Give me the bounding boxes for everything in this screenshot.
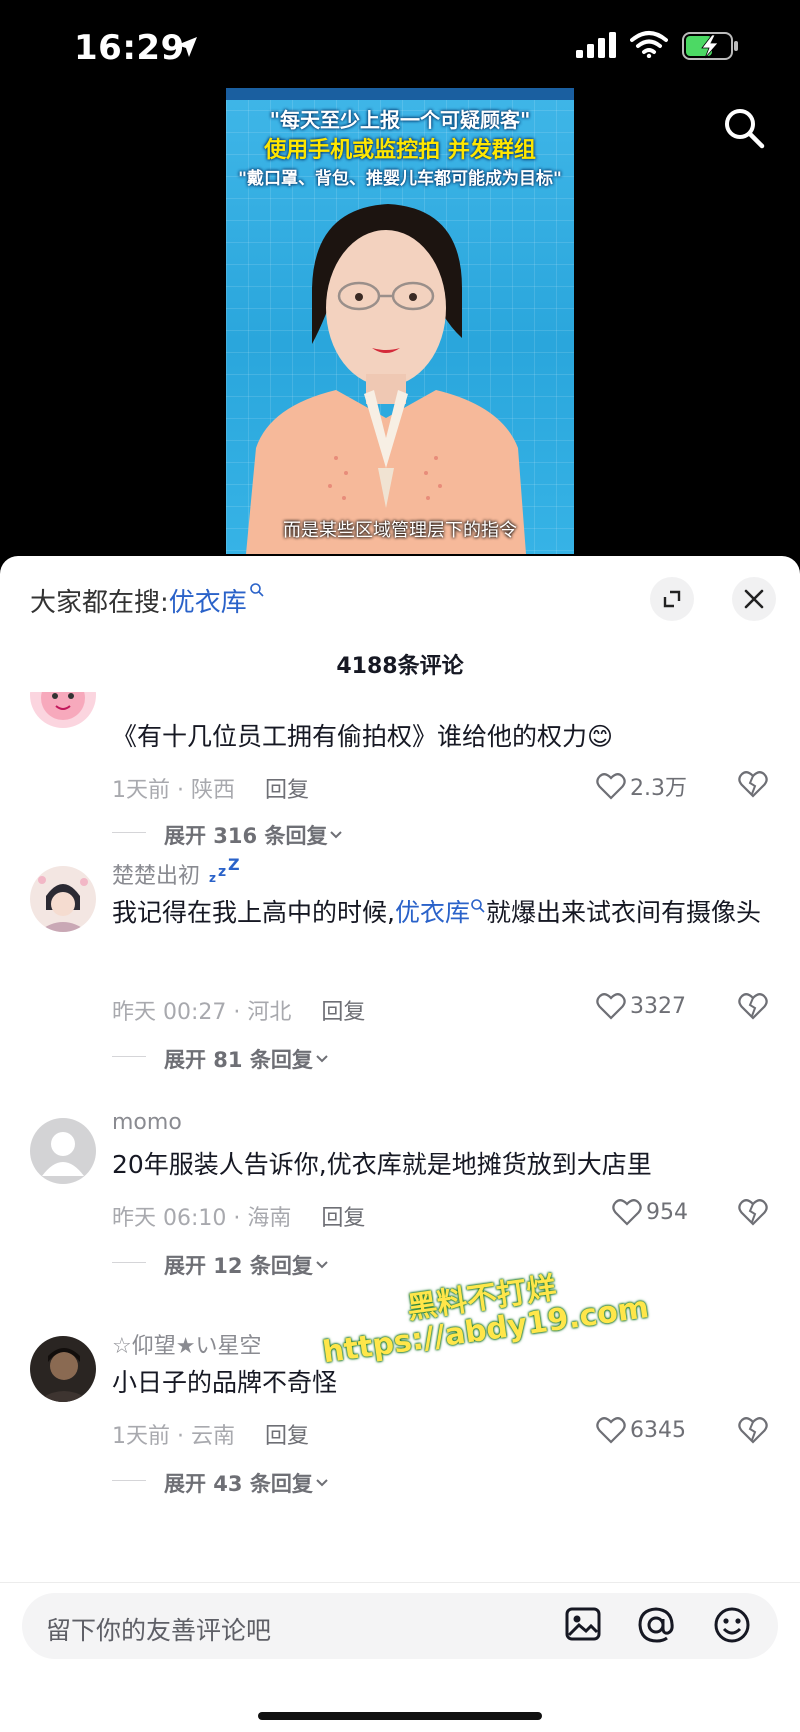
comment-text: 小日子的品牌不奇怪 <box>112 1368 338 1397</box>
avatar[interactable] <box>30 1118 96 1184</box>
comment-text-part: 就爆出来试衣间有摄像头 <box>485 898 761 927</box>
comment-count: 4188条评论 <box>336 654 464 679</box>
divider <box>112 832 146 833</box>
comment-composer: 留下你的友善评论吧 <box>0 1582 800 1732</box>
expand-button[interactable] <box>650 577 694 621</box>
trending-search-keyword[interactable]: 优衣库 <box>169 588 247 618</box>
comment-text: 20年服装人告诉你,优衣库就是地摊货放到大店里 <box>112 1150 652 1179</box>
status-time: 16:29 <box>74 28 185 68</box>
comment-time-location: 1天前 · 云南 <box>112 1424 235 1449</box>
expand-replies-label: 展开 12 条回复 <box>164 1254 313 1278</box>
comment-keyword-link[interactable]: 优衣库 <box>395 898 470 927</box>
expand-replies[interactable]: 展开 43 条回复 <box>112 1468 331 1498</box>
search-small-icon <box>471 899 485 913</box>
comment-meta: 1天前 · 陕西 回复 <box>112 772 309 804</box>
trending-search[interactable]: 大家都在搜:优衣库 <box>30 582 265 619</box>
broken-heart-icon <box>738 1417 768 1444</box>
comment-meta: 昨天 00:27 · 河北 回复 <box>112 994 365 1026</box>
comment-text: 我记得在我上高中的时候,优衣库 就爆出来试衣间有摄像头 <box>112 892 772 934</box>
mention-icon[interactable] <box>636 1605 676 1649</box>
expand-replies-label: 展开 43 条回复 <box>164 1472 313 1496</box>
dislike-button[interactable] <box>738 1416 768 1448</box>
video-player[interactable]: "每天至少上报一个可疑顾客" 使用手机或监控拍 并发群组 "戴口罩、背包、推婴儿… <box>226 88 574 554</box>
heart-icon <box>596 1417 626 1444</box>
trending-search-label: 大家都在搜: <box>30 588 169 618</box>
video-caption-line2: 使用手机或监控拍 并发群组 <box>264 138 536 163</box>
heart-icon <box>596 993 626 1020</box>
comment-meta: 昨天 06:10 · 海南 回复 <box>112 1200 365 1232</box>
divider <box>112 1262 146 1263</box>
avatar[interactable] <box>30 1336 96 1402</box>
expand-replies-label: 展开 316 条回复 <box>164 824 328 848</box>
comment-input-placeholder: 留下你的友善评论吧 <box>46 1616 272 1645</box>
divider <box>112 1056 146 1057</box>
chevron-down-icon <box>316 1479 328 1487</box>
reply-button[interactable]: 回复 <box>265 778 309 803</box>
like-button[interactable]: 3327 <box>596 992 706 1020</box>
image-icon[interactable] <box>564 1605 602 1647</box>
broken-heart-icon <box>738 993 768 1020</box>
broken-heart-icon <box>738 1199 768 1226</box>
search-icon[interactable] <box>722 106 766 154</box>
home-indicator[interactable] <box>258 1712 542 1720</box>
avatar[interactable] <box>30 866 96 932</box>
dislike-button[interactable] <box>738 992 768 1024</box>
cellular-signal-icon <box>576 32 618 62</box>
battery-charging-icon <box>682 32 740 64</box>
chevron-down-icon <box>316 1261 328 1269</box>
svg-text:z: z <box>218 864 226 880</box>
comment-time-location: 昨天 06:10 · 海南 <box>112 1206 292 1231</box>
expand-replies-label: 展开 81 条回复 <box>164 1048 313 1072</box>
comment-username[interactable]: ☆仰望★い星空 <box>112 1328 261 1360</box>
close-button[interactable] <box>732 577 776 621</box>
svg-text:Z: Z <box>228 858 240 874</box>
video-caption-line1: "每天至少上报一个可疑顾客" <box>269 108 531 132</box>
location-arrow-icon <box>174 34 200 64</box>
like-button[interactable]: 2.3万 <box>596 770 706 802</box>
expand-replies[interactable]: 展开 81 条回复 <box>112 1044 331 1074</box>
comment-username[interactable]: momo <box>112 1110 182 1135</box>
comment-meta: 1天前 · 云南 回复 <box>112 1418 309 1450</box>
close-icon <box>744 589 764 609</box>
comment-text: 《有十几位员工拥有偷拍权》谁给他的权力😊 <box>112 722 614 751</box>
search-small-icon <box>249 583 264 597</box>
wifi-icon <box>630 30 668 62</box>
like-count: 954 <box>646 1199 688 1225</box>
sleeping-zzz-icon: zzZ <box>209 855 240 885</box>
comment-username-text: 楚楚出初 <box>112 864 201 889</box>
reply-button[interactable]: 回复 <box>321 1000 365 1025</box>
divider <box>112 1480 146 1481</box>
like-count: 3327 <box>630 993 686 1019</box>
reply-button[interactable]: 回复 <box>265 1424 309 1449</box>
heart-icon <box>596 773 626 800</box>
comment-time-location: 昨天 00:27 · 河北 <box>112 1000 292 1025</box>
comment-sheet: 大家都在搜:优衣库 4188条评论 《有十几位员工拥有偷拍权》谁给他的权力😊 1… <box>0 556 800 1732</box>
video-subtitle: 而是某些区域管理层下的指令 <box>283 520 517 541</box>
like-button[interactable]: 6345 <box>596 1416 706 1444</box>
like-count: 2.3万 <box>630 776 687 801</box>
comment-list[interactable]: 《有十几位员工拥有偷拍权》谁给他的权力😊 1天前 · 陕西 回复 2.3万 展开 … <box>0 692 800 1552</box>
svg-text:z: z <box>209 871 216 884</box>
expand-replies[interactable]: 展开 12 条回复 <box>112 1250 331 1280</box>
comment-sheet-header: 大家都在搜:优衣库 4188条评论 <box>0 556 800 679</box>
video-caption-top <box>226 88 574 100</box>
comment-username[interactable]: 楚楚出初 zzZ <box>112 855 241 890</box>
chevron-down-icon <box>330 831 343 839</box>
status-bar: 16:29 <box>0 0 800 96</box>
dislike-button[interactable] <box>738 1198 768 1230</box>
reply-button[interactable]: 回复 <box>321 1206 365 1231</box>
heart-icon <box>612 1199 642 1226</box>
avatar[interactable] <box>30 692 96 728</box>
like-count: 6345 <box>630 1417 686 1443</box>
emoji-icon[interactable] <box>712 1605 752 1649</box>
expand-icon <box>663 590 681 608</box>
comment-text-part: 我记得在我上高中的时候, <box>112 898 395 927</box>
like-button[interactable]: 954 <box>612 1198 722 1226</box>
news-anchor-figure <box>246 204 526 554</box>
expand-replies[interactable]: 展开 316 条回复 <box>112 820 345 850</box>
chevron-down-icon <box>316 1055 328 1063</box>
comment-time-location: 1天前 · 陕西 <box>112 778 235 803</box>
broken-heart-icon <box>738 771 768 798</box>
dislike-button[interactable] <box>738 770 768 802</box>
